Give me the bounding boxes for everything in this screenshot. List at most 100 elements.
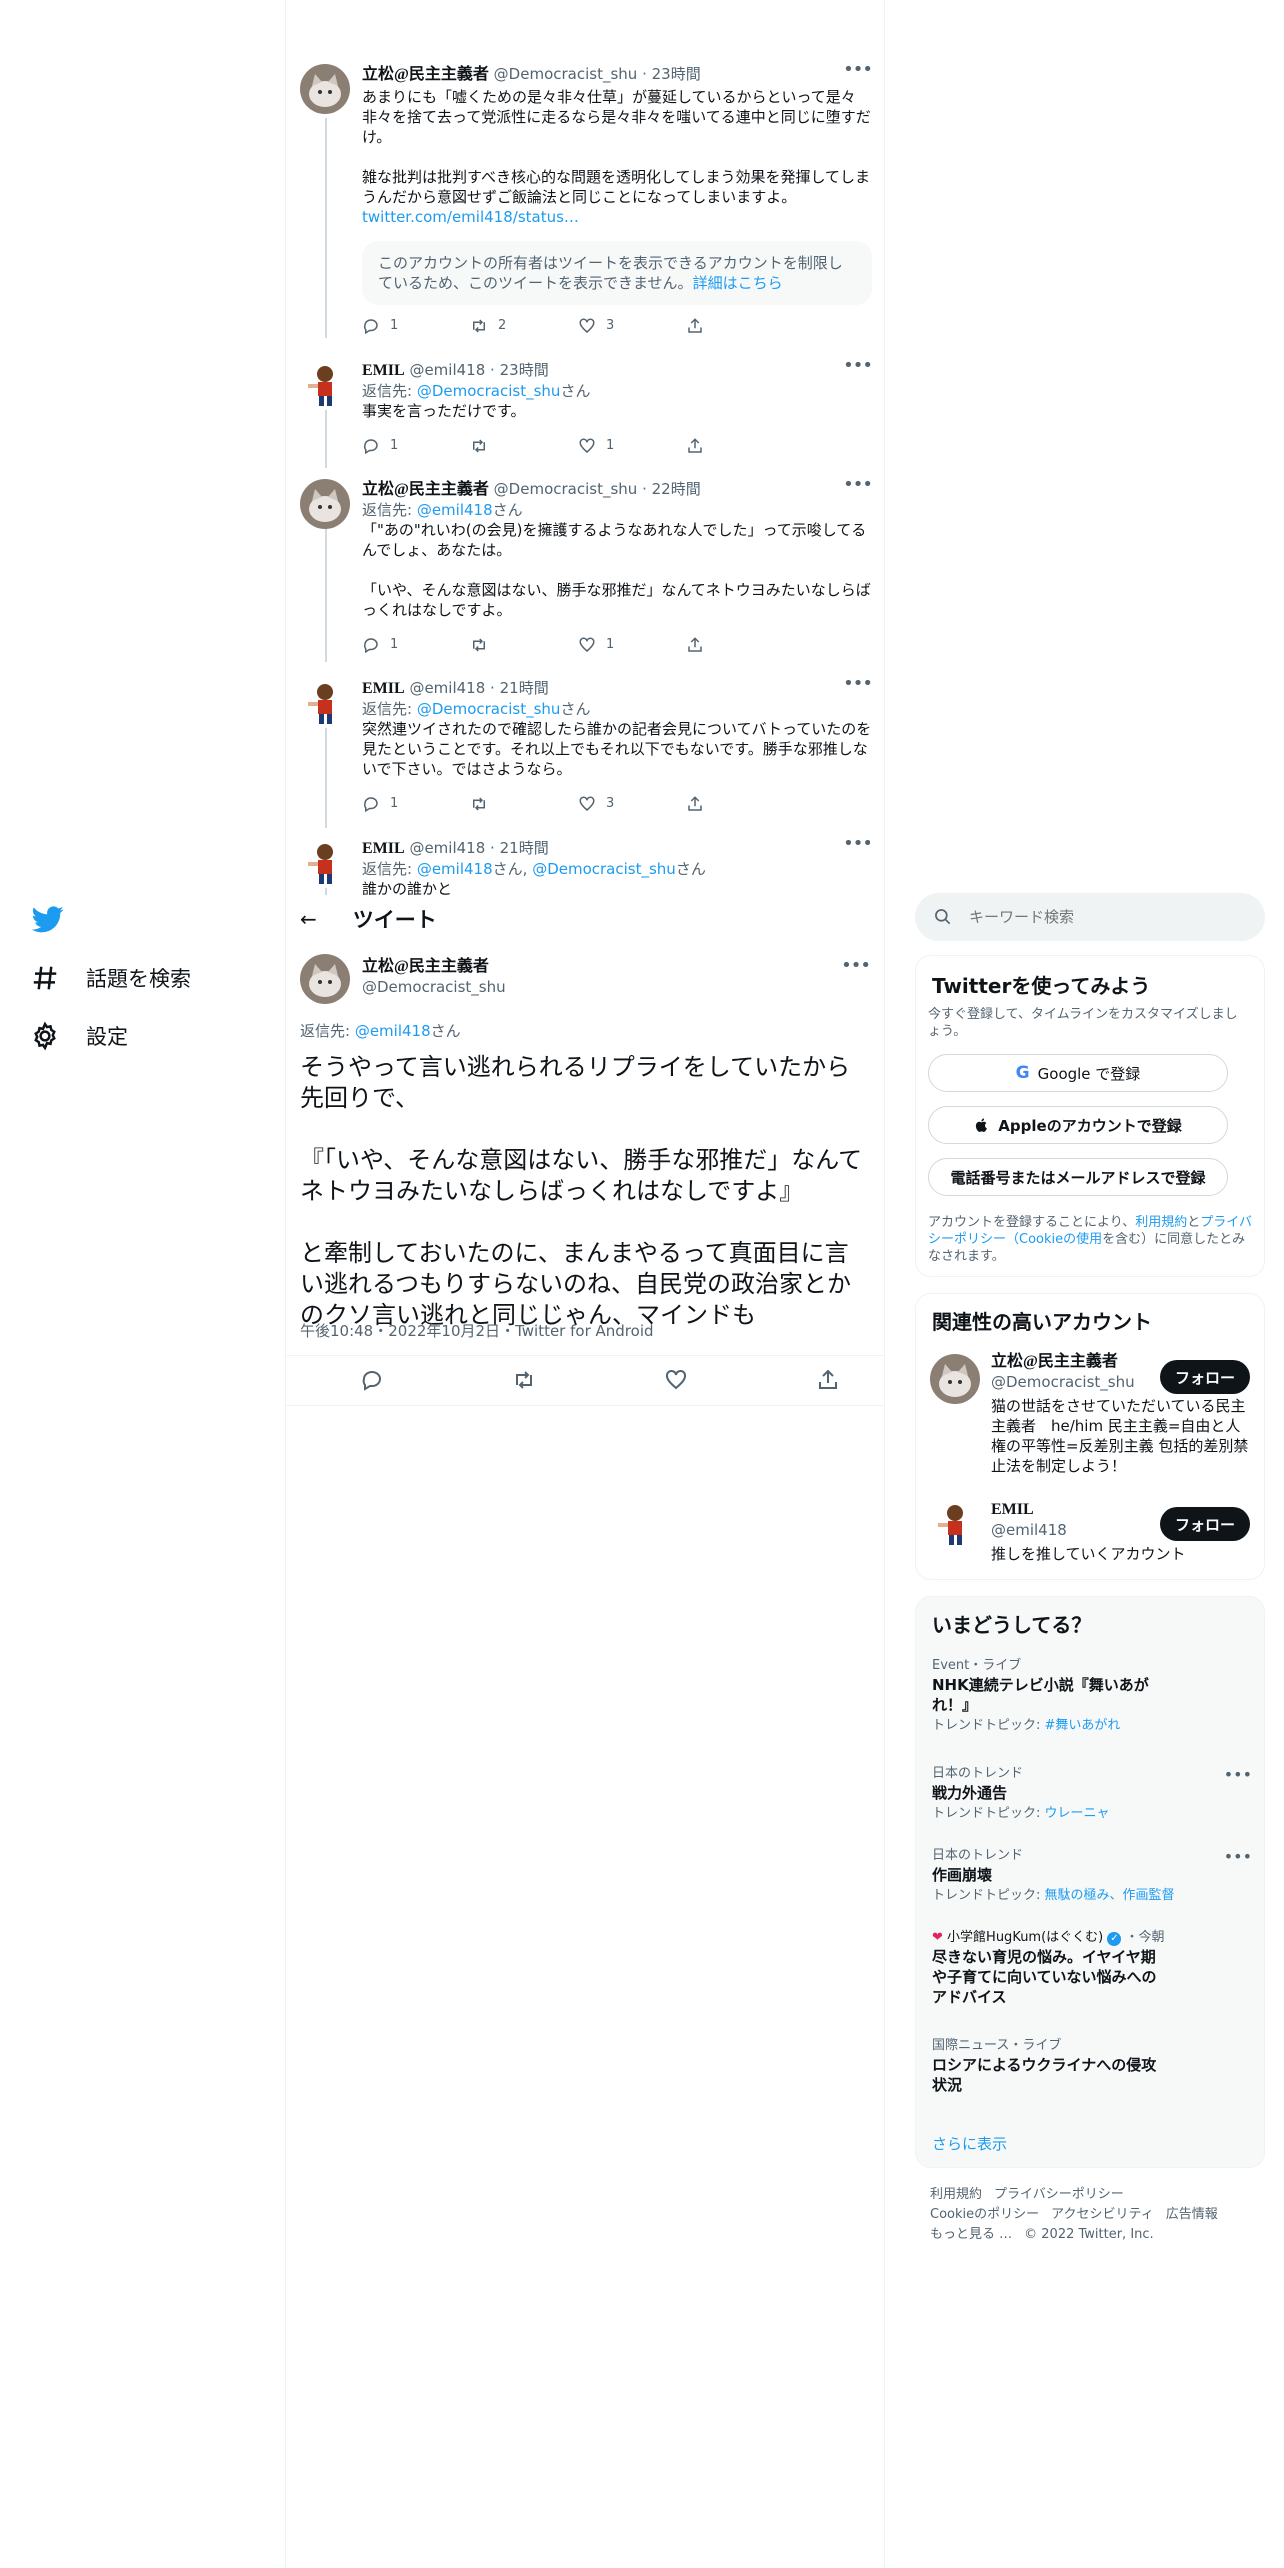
tweet-time[interactable]: 午後10:48	[300, 1322, 373, 1340]
trend-topic-link[interactable]: ウレーニャ	[1045, 1806, 1110, 1821]
retweet-button[interactable]	[470, 794, 578, 814]
cookie-link[interactable]: （Cookieの使用	[1006, 1232, 1102, 1247]
trend-item[interactable]: 国際ニュース・ライブ ロシアによるウクライナへの侵攻状況	[932, 2037, 1252, 2095]
reply-to-link[interactable]: @emil418	[417, 501, 493, 519]
avatar[interactable]	[300, 838, 350, 888]
follow-button[interactable]: フォロー	[1160, 1360, 1250, 1394]
handle[interactable]: @emil418	[409, 361, 485, 379]
twitter-logo-icon[interactable]	[31, 903, 64, 935]
reply-to-link[interactable]: @Democracist_shu	[417, 382, 561, 400]
search-input[interactable]	[969, 908, 1229, 926]
timestamp[interactable]: 21時間	[500, 679, 549, 697]
display-name[interactable]: 立松@民主主義者	[362, 956, 506, 977]
thread-tweet[interactable]: 立松@民主主義者 @Democracist_shu · 23時間 ••• あまり…	[300, 60, 873, 344]
thread-tweet[interactable]: EMIL @emil418 · 21時間 ••• 返信先: @emil418さん…	[300, 838, 870, 895]
more-icon[interactable]: •••	[843, 475, 873, 495]
learn-more-link[interactable]: 詳細はこちら	[693, 274, 783, 292]
trend-topic-link[interactable]: #舞いあがれ	[1045, 1718, 1121, 1733]
like-button[interactable]: 3	[578, 794, 686, 814]
reply-button[interactable]: 1	[362, 635, 470, 655]
handle[interactable]: @Democracist_shu	[362, 977, 506, 998]
timestamp[interactable]: 21時間	[500, 839, 549, 857]
handle[interactable]: @emil418	[409, 839, 485, 857]
follow-button[interactable]: フォロー	[1160, 1507, 1250, 1541]
reply-to-link[interactable]: @emil418	[355, 1022, 431, 1040]
share-button[interactable]	[686, 794, 794, 814]
footer-cookie-link[interactable]: Cookieのポリシー	[930, 2207, 1039, 2222]
thread-tweet[interactable]: EMIL @emil418 · 23時間 ••• 返信先: @Democraci…	[300, 356, 873, 470]
tweet-link[interactable]: twitter.com/emil418/status…	[362, 207, 872, 227]
more-icon[interactable]: •••	[841, 955, 871, 976]
avatar[interactable]	[930, 1499, 980, 1549]
display-name[interactable]: EMIL	[362, 840, 405, 857]
reply-to: 返信先: @emil418さん	[362, 500, 872, 520]
avatar[interactable]	[300, 360, 350, 410]
apple-signup-button[interactable]: Appleのアカウントで登録	[928, 1106, 1228, 1144]
search-box[interactable]	[915, 893, 1265, 941]
trend-item[interactable]: ••• 日本のトレンド 戦力外通告 トレンドトピック: ウレーニャ	[932, 1765, 1252, 1823]
more-icon[interactable]: •••	[1224, 1847, 1252, 1866]
timestamp[interactable]: 23時間	[652, 65, 701, 83]
display-name[interactable]: 立松@民主主義者	[362, 66, 489, 83]
share-icon[interactable]	[816, 1368, 840, 1392]
thread-tweet[interactable]: EMIL @emil418 · 21時間 ••• 返信先: @Democraci…	[300, 674, 873, 828]
tweet-date[interactable]: 2022年10月2日	[388, 1322, 500, 1340]
reply-to-link[interactable]: @Democracist_shu	[532, 860, 676, 878]
display-name[interactable]: 立松@民主主義者	[362, 481, 489, 498]
retweet-button[interactable]: 2	[470, 316, 578, 336]
avatar[interactable]	[300, 479, 350, 529]
avatar[interactable]	[300, 954, 350, 1004]
retweet-button[interactable]	[470, 436, 578, 456]
handle[interactable]: @Democracist_shu	[494, 65, 638, 83]
like-button[interactable]: 1	[578, 635, 686, 655]
thread-tweet[interactable]: 立松@民主主義者 @Democracist_shu · 22時間 ••• 返信先…	[300, 475, 873, 669]
display-name[interactable]: EMIL	[362, 362, 405, 379]
retweet-icon[interactable]	[512, 1368, 536, 1392]
footer-more-link[interactable]: もっと見る …	[930, 2227, 1012, 2242]
footer-terms-link[interactable]: 利用規約	[930, 2187, 982, 2202]
reply-button[interactable]: 1	[362, 794, 470, 814]
more-icon[interactable]: •••	[843, 60, 873, 80]
share-button[interactable]	[686, 635, 794, 655]
reply-to-link[interactable]: @emil418	[417, 860, 493, 878]
reply-to-link[interactable]: @Democracist_shu	[417, 700, 561, 718]
phone-signup-button[interactable]: 電話番号またはメールアドレスで登録	[928, 1158, 1228, 1196]
trend-item[interactable]: ❤ 小学館HugKum(はぐくむ) ✓ ・今朝 尽きない育児の悩み。イヤイヤ期や…	[932, 1929, 1252, 2007]
trend-time: ・今朝	[1125, 1930, 1165, 1945]
more-icon[interactable]: •••	[843, 838, 870, 854]
google-signup-button[interactable]: G Google で登録	[928, 1054, 1228, 1092]
more-icon[interactable]: •••	[843, 674, 873, 694]
nav-explore[interactable]: 話題を検索	[30, 963, 191, 993]
reply-to: 返信先: @Democracist_shuさん	[362, 381, 872, 401]
terms-link[interactable]: 利用規約	[1135, 1215, 1187, 1230]
like-button[interactable]: 3	[578, 316, 686, 336]
trend-topic-link[interactable]: 無駄の極み、作画監督	[1045, 1888, 1175, 1903]
tweet-source[interactable]: Twitter for Android	[515, 1322, 653, 1340]
more-icon[interactable]: •••	[1224, 1765, 1252, 1784]
more-icon[interactable]: •••	[843, 356, 873, 376]
show-more-link[interactable]: さらに表示	[932, 2133, 1007, 2154]
avatar[interactable]	[300, 678, 350, 728]
footer-accessibility-link[interactable]: アクセシビリティ	[1051, 2207, 1154, 2222]
reply-button[interactable]: 1	[362, 316, 470, 336]
footer-ads-link[interactable]: 広告情報	[1166, 2207, 1218, 2222]
like-button[interactable]: 1	[578, 436, 686, 456]
share-button[interactable]	[686, 316, 794, 336]
nav-settings[interactable]: 設定	[30, 1021, 128, 1051]
avatar[interactable]	[930, 1354, 980, 1404]
footer-privacy-link[interactable]: プライバシーポリシー	[994, 2187, 1124, 2202]
timestamp[interactable]: 23時間	[500, 361, 549, 379]
heart-icon[interactable]	[664, 1368, 688, 1392]
avatar[interactable]	[300, 64, 350, 114]
retweet-button[interactable]	[470, 635, 578, 655]
handle[interactable]: @emil418	[409, 679, 485, 697]
trend-item[interactable]: ••• 日本のトレンド 作画崩壊 トレンドトピック: 無駄の極み、作画監督	[932, 1847, 1252, 1905]
reply-button[interactable]: 1	[362, 436, 470, 456]
trend-item[interactable]: Event・ライブ NHK連続テレビ小説『舞いあがれ！』 トレンドトピック: #…	[932, 1657, 1252, 1735]
handle[interactable]: @Democracist_shu	[494, 480, 638, 498]
display-name[interactable]: EMIL	[362, 680, 405, 697]
timestamp[interactable]: 22時間	[652, 480, 701, 498]
share-button[interactable]	[686, 436, 794, 456]
reply-icon[interactable]	[360, 1368, 384, 1392]
back-arrow-icon[interactable]: ←	[300, 907, 317, 931]
